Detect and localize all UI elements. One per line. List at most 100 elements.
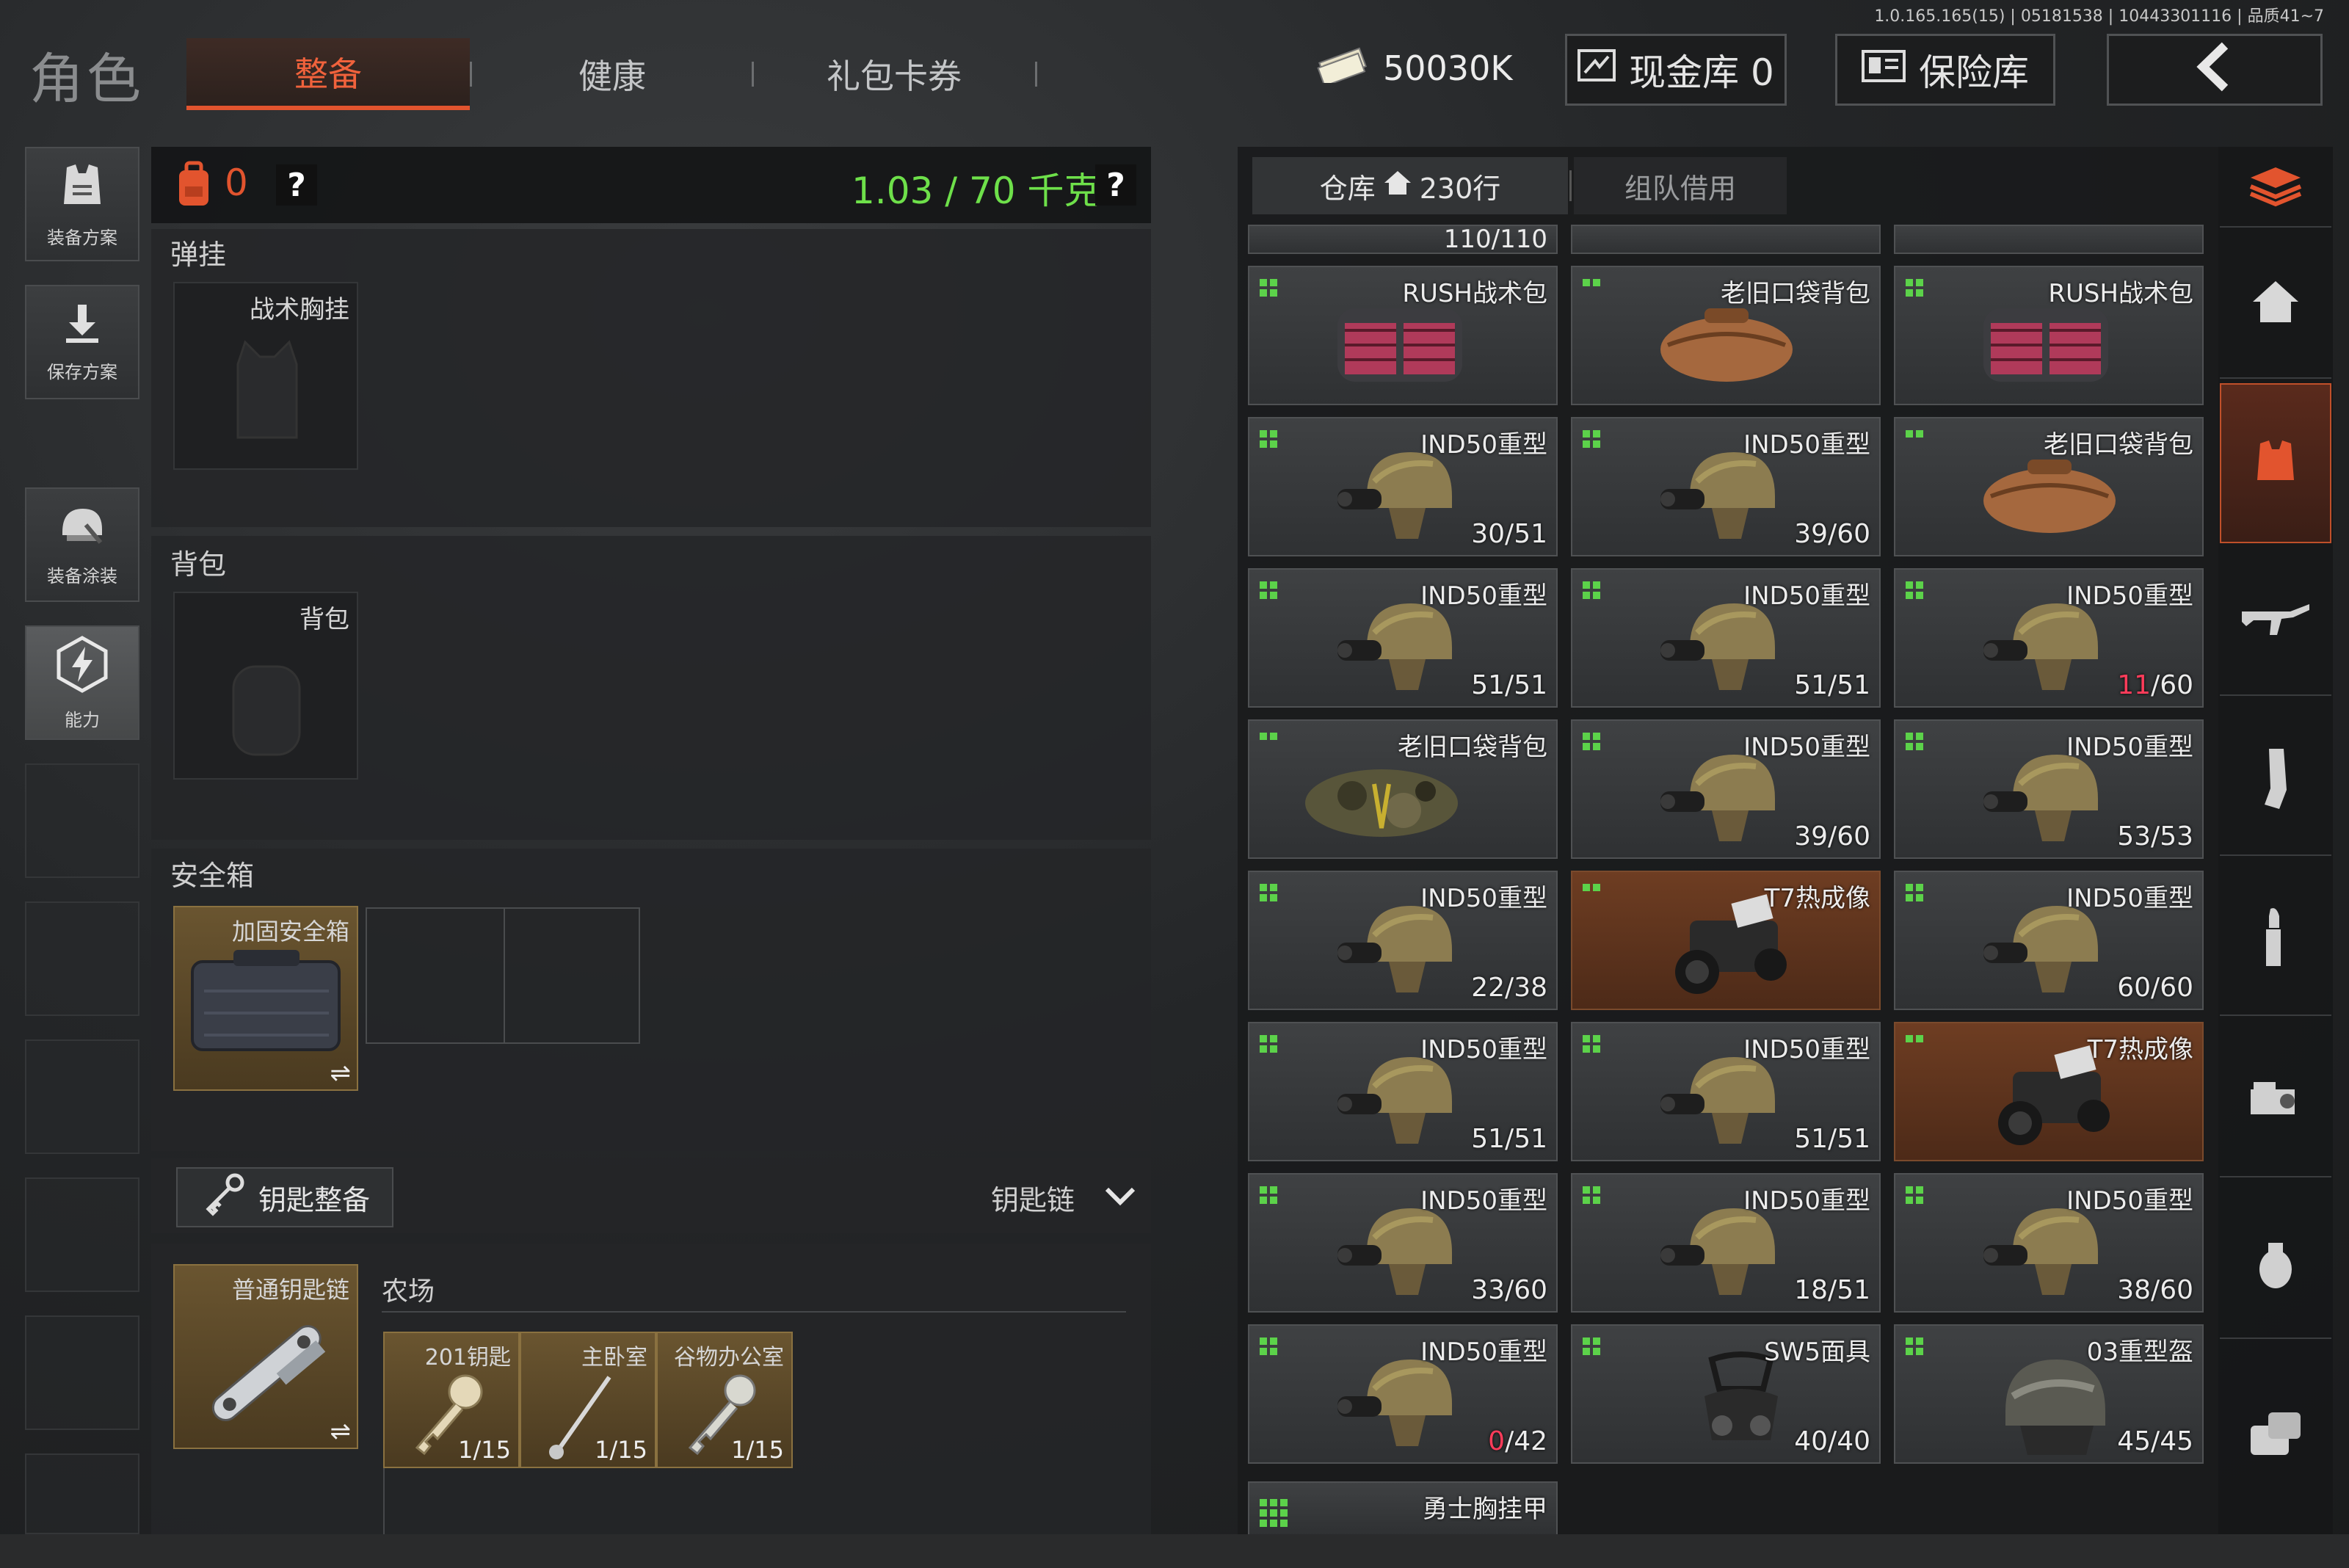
item-cell[interactable]: IND50重型 0/42 (1248, 1324, 1558, 1464)
sidebar-empty-slot (25, 901, 139, 1016)
grid-size-icon (1260, 733, 1280, 749)
home-icon (2250, 278, 2301, 328)
chevron-down-icon[interactable] (1104, 1185, 1136, 1210)
item-cell[interactable]: IND50重型 22/38 (1248, 871, 1558, 1010)
sidebar-item-ability[interactable]: 能力 (25, 625, 139, 740)
item-count: 110/110 (1443, 225, 1547, 254)
item-count: 18/51 (1794, 1275, 1870, 1305)
item-cell[interactable]: RUSH战术包 (1248, 266, 1558, 405)
item-cell[interactable]: IND50重型 18/51 (1571, 1173, 1881, 1313)
item-cell[interactable]: 老旧口袋背包 (1248, 719, 1558, 859)
grid-size-icon (1906, 884, 1926, 901)
swap-icon[interactable]: ⇌ (330, 1417, 352, 1446)
item-count: 51/51 (1471, 1124, 1547, 1154)
item-cell-partial[interactable]: 勇士胸挂甲 (1248, 1481, 1558, 1536)
back-button[interactable] (2107, 34, 2323, 106)
key-gear-button[interactable]: 钥匙整备 (176, 1167, 393, 1227)
item-name: 老旧口袋背包 (1398, 733, 1547, 762)
item-cell[interactable]: IND50重型 51/51 (1248, 1022, 1558, 1161)
sidebar-item-paint[interactable]: 装备涂装 (25, 487, 139, 602)
item-cell[interactable]: SW5面具 40/40 (1571, 1324, 1881, 1464)
ammo-icon (2257, 906, 2294, 975)
stack-icon (2246, 163, 2305, 210)
item-cell[interactable]: IND50重型 39/60 (1571, 417, 1881, 556)
item-cell[interactable]: IND50重型 33/60 (1248, 1173, 1558, 1313)
item-cell-partial[interactable]: 110/110 (1248, 225, 1558, 254)
key-item[interactable]: 主卧室 1/15 (520, 1332, 656, 1468)
home-small-icon (1383, 170, 1412, 203)
cash-vault-button[interactable]: 现金库 0 (1565, 34, 1787, 106)
item-cell[interactable]: IND50重型 51/51 (1571, 1022, 1881, 1161)
key-item[interactable]: 谷物办公室 1/15 (656, 1332, 793, 1468)
item-cell[interactable]: IND50重型 51/51 (1571, 568, 1881, 708)
item-name: RUSH战术包 (2048, 279, 2193, 308)
rail-all[interactable] (2220, 147, 2331, 228)
rail-home[interactable] (2220, 229, 2331, 379)
rail-grenades[interactable] (2220, 1189, 2331, 1339)
grid-size-icon (1583, 1337, 1603, 1355)
sidebar-item-loadout-plan[interactable]: 装备方案 (25, 147, 139, 261)
item-cell[interactable]: IND50重型 39/60 (1571, 719, 1881, 859)
item-cell[interactable]: IND50重型 60/60 (1894, 871, 2204, 1010)
item-cell[interactable]: RUSH战术包 (1894, 266, 2204, 405)
item-count: 22/38 (1471, 973, 1547, 1003)
item-cell-partial[interactable] (1894, 225, 2204, 254)
item-cell[interactable]: IND50重型 11/60 (1894, 568, 2204, 708)
rail-weapons[interactable] (2220, 546, 2331, 696)
grid-size-icon (1583, 430, 1603, 448)
item-cell[interactable]: IND50重型 38/60 (1894, 1173, 2204, 1313)
backpack-slot[interactable]: 背包 (173, 592, 358, 780)
item-name: 老旧口袋背包 (1721, 279, 1870, 308)
item-cell[interactable]: 老旧口袋背包 (1894, 417, 2204, 556)
item-cell-partial[interactable] (1571, 225, 1881, 254)
key-item-count: 1/15 (595, 1436, 647, 1464)
sidebar-item-label: 装备方案 (47, 227, 117, 248)
weight-help-button[interactable]: ? (1095, 164, 1136, 206)
tab-coupons[interactable]: 礼包卡券 (755, 38, 1034, 110)
scope-icon (2246, 1075, 2305, 1129)
item-count: 53/53 (2117, 821, 2193, 852)
tab-separator (1035, 62, 1037, 87)
swap-icon[interactable]: ⇌ (330, 1059, 352, 1088)
grenade-icon (2254, 1233, 2298, 1294)
slot-label: 背包 (299, 605, 349, 634)
rail-scopes[interactable] (2220, 1028, 2331, 1177)
chest-rig-slot[interactable]: 战术胸挂 (173, 282, 358, 470)
vault-icon (1578, 48, 1616, 92)
key-item[interactable]: 201钥匙 1/15 (383, 1332, 520, 1468)
weight-display: 1.03 / 70 千克 (852, 170, 1101, 212)
tab-team-borrow[interactable]: 组队借用 (1574, 157, 1787, 214)
item-cell[interactable]: IND50重型 53/53 (1894, 719, 2204, 859)
tab-gear[interactable]: 整备 (186, 38, 470, 110)
item-cell[interactable]: IND50重型 30/51 (1248, 417, 1558, 556)
sidebar-item-label: 能力 (65, 709, 100, 730)
tab-warehouse[interactable]: 仓库 230行 (1252, 157, 1568, 214)
item-name: 勇士胸挂甲 (1423, 1495, 1547, 1524)
keychain-dropdown-label[interactable]: 钥匙链 (991, 1177, 1075, 1218)
item-count-low: 11 (2117, 670, 2152, 700)
safebox-slot[interactable]: 加固安全箱 ⇌ (173, 906, 358, 1091)
keychain-slot[interactable]: 普通钥匙链 ⇌ (173, 1264, 358, 1449)
item-count: 51/51 (1794, 1124, 1870, 1154)
item-cell[interactable]: 03重型盔 45/45 (1894, 1324, 2204, 1464)
rail-gear[interactable] (2220, 383, 2331, 543)
item-cell[interactable]: T7热成像 (1571, 871, 1881, 1010)
sidebar-item-save-plan[interactable]: 保存方案 (25, 285, 139, 399)
bottom-strip (0, 1534, 2349, 1568)
safe-vault-button[interactable]: 保险库 (1835, 34, 2055, 106)
money-display[interactable]: 50030K (1308, 35, 1518, 101)
helmet-paint-icon (57, 503, 108, 554)
grid-size-icon (1906, 581, 1926, 599)
rail-medical[interactable] (2220, 1351, 2331, 1520)
slot-label: 战术胸挂 (250, 295, 349, 324)
item-cell[interactable]: 老旧口袋背包 (1571, 266, 1881, 405)
tab-health[interactable]: 健康 (473, 38, 752, 110)
rail-magazines[interactable] (2220, 706, 2331, 856)
help-button[interactable]: ? (276, 164, 317, 206)
item-cell[interactable]: IND50重型 51/51 (1248, 568, 1558, 708)
rail-ammo[interactable] (2220, 866, 2331, 1016)
keychain-name: 普通钥匙链 (231, 1276, 349, 1304)
grid-divider (504, 909, 505, 1042)
item-cell[interactable]: T7热成像 (1894, 1022, 2204, 1161)
item-name: IND50重型 (2066, 884, 2193, 913)
